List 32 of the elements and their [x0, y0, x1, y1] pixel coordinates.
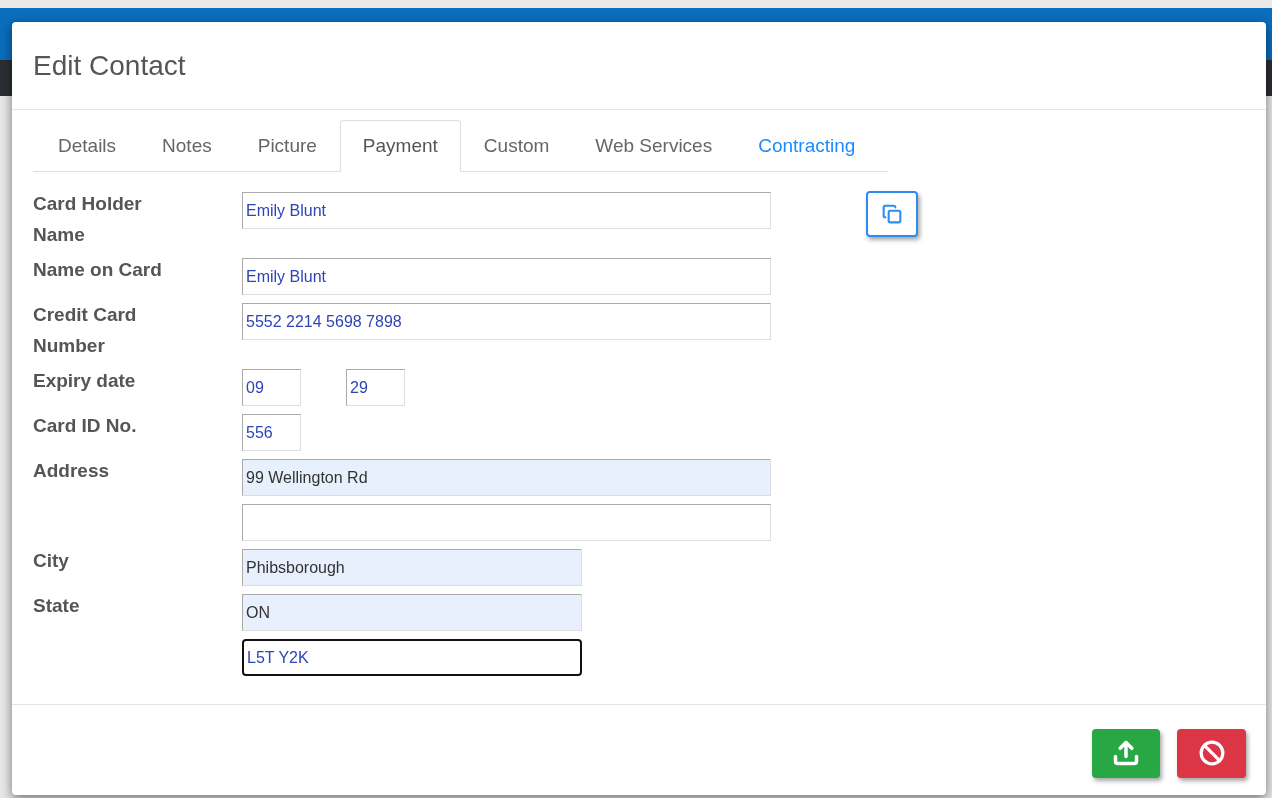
field-label: Card ID No.: [33, 414, 138, 438]
tab[interactable]: Details: [35, 120, 140, 172]
text-field[interactable]: 09: [242, 369, 301, 406]
upload-button[interactable]: [1092, 728, 1160, 778]
tab[interactable]: Web Services: [572, 120, 736, 172]
tab[interactable]: Custom: [460, 120, 573, 172]
field-label: Name on Card: [33, 258, 163, 282]
tab[interactable]: Payment: [339, 120, 461, 172]
field-label: Credit Card Number: [33, 303, 138, 358]
field-label: State: [33, 594, 81, 618]
field-label: Expiry date: [33, 369, 137, 393]
field-label: City: [33, 549, 70, 573]
cancel-icon: [1198, 740, 1225, 766]
field-label: Address: [33, 459, 111, 483]
text-field[interactable]: [242, 504, 771, 541]
text-field[interactable]: Emily Blunt: [242, 258, 771, 295]
tab[interactable]: Notes: [139, 120, 235, 172]
text-field[interactable]: 5552 2214 5698 7898: [242, 303, 771, 340]
cancel-button[interactable]: [1177, 728, 1246, 778]
text-field[interactable]: ON: [242, 594, 582, 631]
text-field[interactable]: 29: [346, 369, 405, 406]
text-field[interactable]: 99 Wellington Rd: [242, 459, 771, 496]
tab[interactable]: Picture: [234, 120, 340, 172]
text-field[interactable]: Phibsborough: [242, 549, 582, 586]
text-field[interactable]: Emily Blunt: [242, 192, 771, 229]
text-field[interactable]: L5T Y2K: [242, 639, 582, 676]
upload-icon: [1112, 739, 1140, 767]
text-field[interactable]: 556: [242, 414, 301, 451]
copy-icon: [882, 204, 902, 224]
copy-button[interactable]: [866, 191, 918, 237]
field-label: Card Holder Name: [33, 192, 143, 247]
dialog-title: Edit Contact: [33, 48, 186, 83]
